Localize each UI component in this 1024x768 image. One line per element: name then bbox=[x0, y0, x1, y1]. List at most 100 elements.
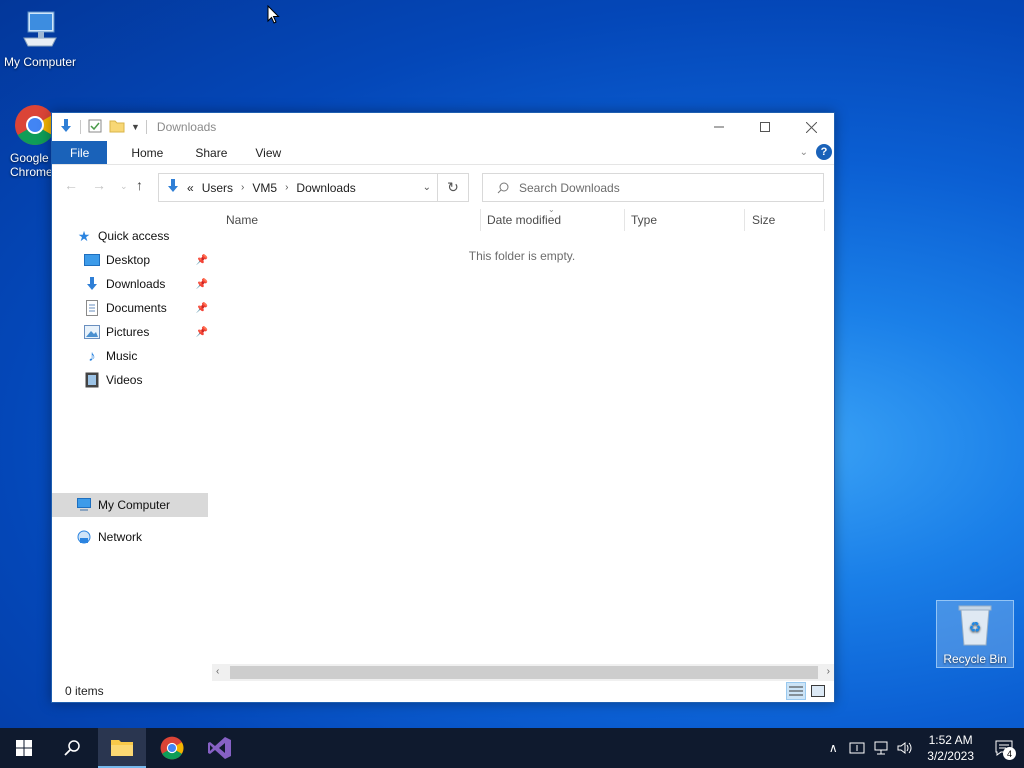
large-icons-view-button[interactable] bbox=[808, 682, 828, 700]
desktop-icon-recycle-bin[interactable]: ♻ Recycle Bin bbox=[936, 600, 1014, 668]
notification-badge: 4 bbox=[1003, 747, 1016, 760]
expand-ribbon-icon[interactable]: ⌄ bbox=[800, 147, 808, 158]
column-divider[interactable] bbox=[744, 209, 745, 231]
start-button[interactable] bbox=[0, 728, 48, 768]
pin-icon[interactable]: 📌 bbox=[196, 255, 208, 266]
tab-file[interactable]: File bbox=[52, 141, 108, 164]
nav-network[interactable]: Network bbox=[76, 526, 142, 548]
system-tray: ∧ 1:52 AM 3/2/2023 4 bbox=[821, 728, 1024, 768]
folder-icon bbox=[111, 740, 133, 756]
column-header-size[interactable]: Size bbox=[752, 213, 775, 227]
forward-arrow-icon[interactable]: → bbox=[92, 177, 106, 193]
details-view-icon bbox=[789, 686, 803, 696]
large-icons-view-icon bbox=[811, 685, 825, 697]
volume-icon[interactable] bbox=[893, 728, 917, 768]
chevron-right-icon[interactable]: › bbox=[241, 182, 244, 193]
network-icon[interactable] bbox=[869, 728, 893, 768]
details-view-button[interactable] bbox=[786, 682, 806, 700]
download-arrow-icon[interactable] bbox=[58, 118, 74, 137]
nav-label: Network bbox=[98, 530, 143, 544]
horizontal-scrollbar[interactable]: ‹ › bbox=[212, 664, 834, 681]
network-icon bbox=[76, 529, 92, 545]
column-header-name[interactable]: Name bbox=[226, 213, 258, 227]
column-divider[interactable] bbox=[824, 209, 825, 231]
address-row: ← → ⌄ ↑ « Users › VM5 › Downloads ⌄ ↻ Se… bbox=[52, 165, 834, 205]
column-header-type[interactable]: Type bbox=[631, 213, 657, 227]
refresh-icon: ↻ bbox=[447, 179, 459, 195]
close-button[interactable] bbox=[788, 113, 834, 141]
nav-label: Quick access bbox=[98, 229, 170, 243]
file-list[interactable]: ⌄ Name Date modified Type Size This fold… bbox=[212, 205, 826, 665]
minimize-icon bbox=[714, 126, 724, 128]
nav-my-computer[interactable]: My Computer bbox=[76, 494, 170, 516]
nav-label: Downloads bbox=[106, 277, 166, 291]
help-icon[interactable]: ? bbox=[816, 144, 832, 160]
status-bar: 0 items bbox=[52, 680, 834, 702]
breadcrumb-downloads[interactable]: Downloads bbox=[296, 181, 355, 195]
new-folder-icon[interactable] bbox=[109, 118, 125, 137]
recent-locations-icon[interactable]: ⌄ bbox=[120, 181, 128, 192]
nav-quick-access[interactable]: ★ Quick access bbox=[76, 225, 170, 247]
search-placeholder: Search Downloads bbox=[519, 180, 620, 195]
download-arrow-icon bbox=[165, 178, 181, 197]
scroll-right-icon[interactable]: › bbox=[827, 666, 830, 677]
nav-downloads[interactable]: Downloads 📌 bbox=[84, 273, 208, 295]
tab-home[interactable]: Home bbox=[107, 141, 175, 164]
nav-desktop[interactable]: Desktop 📌 bbox=[84, 249, 208, 271]
clock[interactable]: 1:52 AM 3/2/2023 bbox=[927, 732, 974, 764]
breadcrumb-users[interactable]: Users bbox=[202, 181, 233, 195]
refresh-button[interactable]: ↻ bbox=[438, 173, 469, 202]
chevron-down-icon[interactable]: ⌄ bbox=[423, 182, 431, 193]
chevron-right-icon[interactable]: › bbox=[285, 182, 288, 193]
taskbar: ∧ 1:52 AM 3/2/2023 4 bbox=[0, 728, 1024, 768]
column-header-date-modified[interactable]: Date modified bbox=[487, 213, 561, 227]
nav-pictures[interactable]: Pictures 📌 bbox=[84, 321, 208, 343]
desktop-icon-chrome[interactable]: Google Chrome bbox=[0, 104, 56, 179]
desktop-icon bbox=[84, 252, 100, 268]
close-icon bbox=[805, 121, 817, 133]
nav-videos[interactable]: Videos bbox=[84, 369, 142, 391]
pin-icon[interactable]: 📌 bbox=[196, 303, 208, 314]
taskbar-visual-studio[interactable] bbox=[196, 728, 244, 768]
title-bar[interactable]: ▼ Downloads bbox=[52, 113, 834, 141]
tab-view[interactable]: View bbox=[239, 141, 293, 164]
scroll-left-icon[interactable]: ‹ bbox=[216, 666, 219, 677]
taskbar-search-button[interactable] bbox=[48, 728, 96, 768]
qat-dropdown-icon[interactable]: ▼ bbox=[131, 122, 140, 132]
search-input[interactable]: Search Downloads bbox=[482, 173, 824, 202]
up-arrow-icon[interactable]: ↑ bbox=[136, 177, 143, 193]
breadcrumb-vm5[interactable]: VM5 bbox=[252, 181, 277, 195]
star-icon: ★ bbox=[77, 227, 91, 244]
column-divider[interactable] bbox=[480, 209, 481, 231]
back-arrow-icon[interactable]: ← bbox=[64, 177, 78, 193]
taskbar-chrome[interactable] bbox=[148, 728, 196, 768]
desktop-icon-label: Recycle Bin bbox=[943, 652, 1007, 666]
column-divider[interactable] bbox=[624, 209, 625, 231]
pin-icon[interactable]: 📌 bbox=[196, 327, 208, 338]
address-bar[interactable]: « Users › VM5 › Downloads ⌄ bbox=[158, 173, 438, 202]
item-count: 0 items bbox=[65, 684, 104, 698]
mouse-cursor-icon bbox=[267, 5, 280, 24]
properties-icon[interactable] bbox=[87, 118, 103, 137]
tab-share[interactable]: Share bbox=[175, 141, 239, 164]
nav-music[interactable]: ♪ Music bbox=[84, 345, 137, 367]
address-overflow[interactable]: « bbox=[187, 181, 194, 195]
chrome-icon bbox=[15, 105, 55, 145]
security-icon[interactable] bbox=[845, 728, 869, 768]
taskbar-file-explorer[interactable] bbox=[98, 728, 146, 768]
svg-text:♻: ♻ bbox=[969, 620, 982, 636]
desktop-icon-label: Google Chrome bbox=[10, 151, 53, 179]
maximize-icon bbox=[760, 122, 770, 132]
empty-folder-message: This folder is empty. bbox=[468, 249, 576, 263]
pin-icon[interactable]: 📌 bbox=[196, 279, 208, 290]
scrollbar-thumb[interactable] bbox=[230, 666, 818, 679]
visual-studio-icon bbox=[208, 737, 231, 759]
clock-time: 1:52 AM bbox=[928, 733, 973, 747]
chevron-up-icon[interactable]: ∧ bbox=[821, 728, 845, 768]
minimize-button[interactable] bbox=[696, 113, 742, 141]
nav-documents[interactable]: Documents 📌 bbox=[84, 297, 208, 319]
desktop-icon-my-computer[interactable]: My Computer bbox=[0, 8, 80, 69]
maximize-button[interactable] bbox=[742, 113, 788, 141]
action-center-button[interactable]: 4 bbox=[984, 728, 1024, 768]
window-title: Downloads bbox=[156, 120, 217, 134]
